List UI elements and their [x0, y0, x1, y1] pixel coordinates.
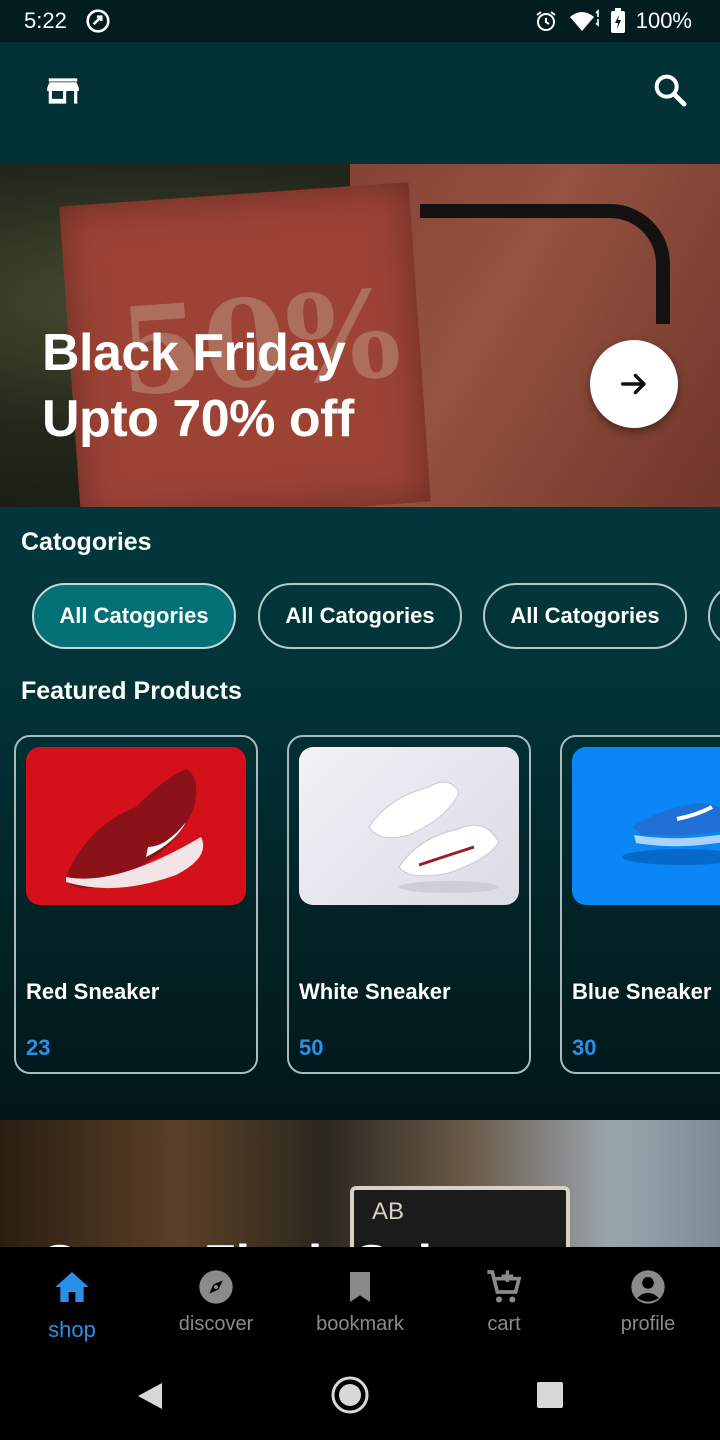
bottom-navigation: shop discover bookmark cart profile	[0, 1247, 720, 1355]
wifi-icon	[569, 9, 599, 31]
store-icon[interactable]	[44, 72, 82, 110]
category-chip-partial[interactable]	[708, 583, 720, 649]
black-friday-banner[interactable]: 50% Black Friday Upto 70% off	[0, 164, 720, 507]
system-navigation-bar	[0, 1355, 720, 1440]
white-sneaker-image	[368, 781, 500, 893]
red-sneaker-image	[66, 769, 204, 889]
product-card[interactable]: Blue Sneaker 30	[560, 735, 720, 1074]
compass-icon	[199, 1270, 233, 1304]
nav-label: shop	[48, 1317, 96, 1342]
product-price: 23	[26, 1035, 51, 1060]
product-price: 30	[572, 1035, 597, 1060]
flash-sign-text: AB	[372, 1198, 405, 1225]
banner-title-line2: Upto 70% off	[42, 390, 354, 448]
search-icon[interactable]	[650, 70, 690, 110]
nav-label: bookmark	[316, 1313, 404, 1335]
app-bar	[0, 42, 720, 164]
product-price: 50	[299, 1035, 324, 1060]
product-name: White Sneaker	[299, 979, 451, 1004]
battery-icon	[610, 8, 625, 33]
banner-go-button[interactable]	[590, 340, 678, 428]
nav-item-discover[interactable]: discover	[144, 1247, 288, 1355]
nav-item-cart[interactable]: cart	[432, 1247, 576, 1355]
blue-sneaker-image	[622, 803, 720, 865]
status-time: 5:22	[24, 8, 67, 33]
cart-add-icon	[487, 1270, 522, 1303]
bookmark-icon	[350, 1272, 370, 1302]
nav-item-bookmark[interactable]: bookmark	[288, 1247, 432, 1355]
flash-sale-banner[interactable]: AB Super Flash Sale	[0, 1120, 720, 1247]
banner-title: Black Friday Upto 70% off	[42, 320, 354, 452]
product-image	[26, 747, 246, 905]
recents-icon[interactable]	[537, 1382, 563, 1408]
sync-icon	[86, 9, 110, 33]
main-content[interactable]: 50% Black Friday Upto 70% off Catogories…	[0, 164, 720, 1247]
nav-label: profile	[620, 1313, 676, 1335]
nav-label: discover	[178, 1313, 254, 1335]
product-card[interactable]: White Sneaker 50	[287, 735, 531, 1074]
category-chip[interactable]: All Catogories	[258, 583, 462, 649]
back-icon[interactable]	[136, 1381, 164, 1411]
featured-title: Featured Products	[21, 677, 242, 705]
nav-item-shop[interactable]: shop	[0, 1247, 144, 1355]
status-bar: 5:22 100%	[0, 0, 720, 42]
account-circle-icon	[631, 1270, 665, 1304]
product-name: Blue Sneaker	[572, 979, 712, 1004]
battery-percent: 100%	[635, 8, 692, 33]
flash-sale-title: Super Flash Sale	[42, 1234, 461, 1247]
home-icon	[55, 1272, 89, 1302]
banner-title-line1: Black Friday	[42, 324, 346, 382]
product-card[interactable]: Red Sneaker 23	[14, 735, 258, 1074]
categories-title: Catogories	[21, 528, 152, 556]
home-button-icon[interactable]	[330, 1375, 370, 1415]
category-chips: All Catogories All Catogories All Catogo…	[32, 583, 720, 649]
product-image	[299, 747, 519, 905]
alarm-icon	[536, 11, 556, 31]
nav-item-profile[interactable]: profile	[576, 1247, 720, 1355]
product-image	[572, 747, 720, 905]
category-chip[interactable]: All Catogories	[483, 583, 687, 649]
arrow-right-icon	[620, 373, 646, 395]
category-chip[interactable]: All Catogories	[32, 583, 236, 649]
product-name: Red Sneaker	[26, 979, 160, 1004]
nav-label: cart	[487, 1313, 521, 1335]
